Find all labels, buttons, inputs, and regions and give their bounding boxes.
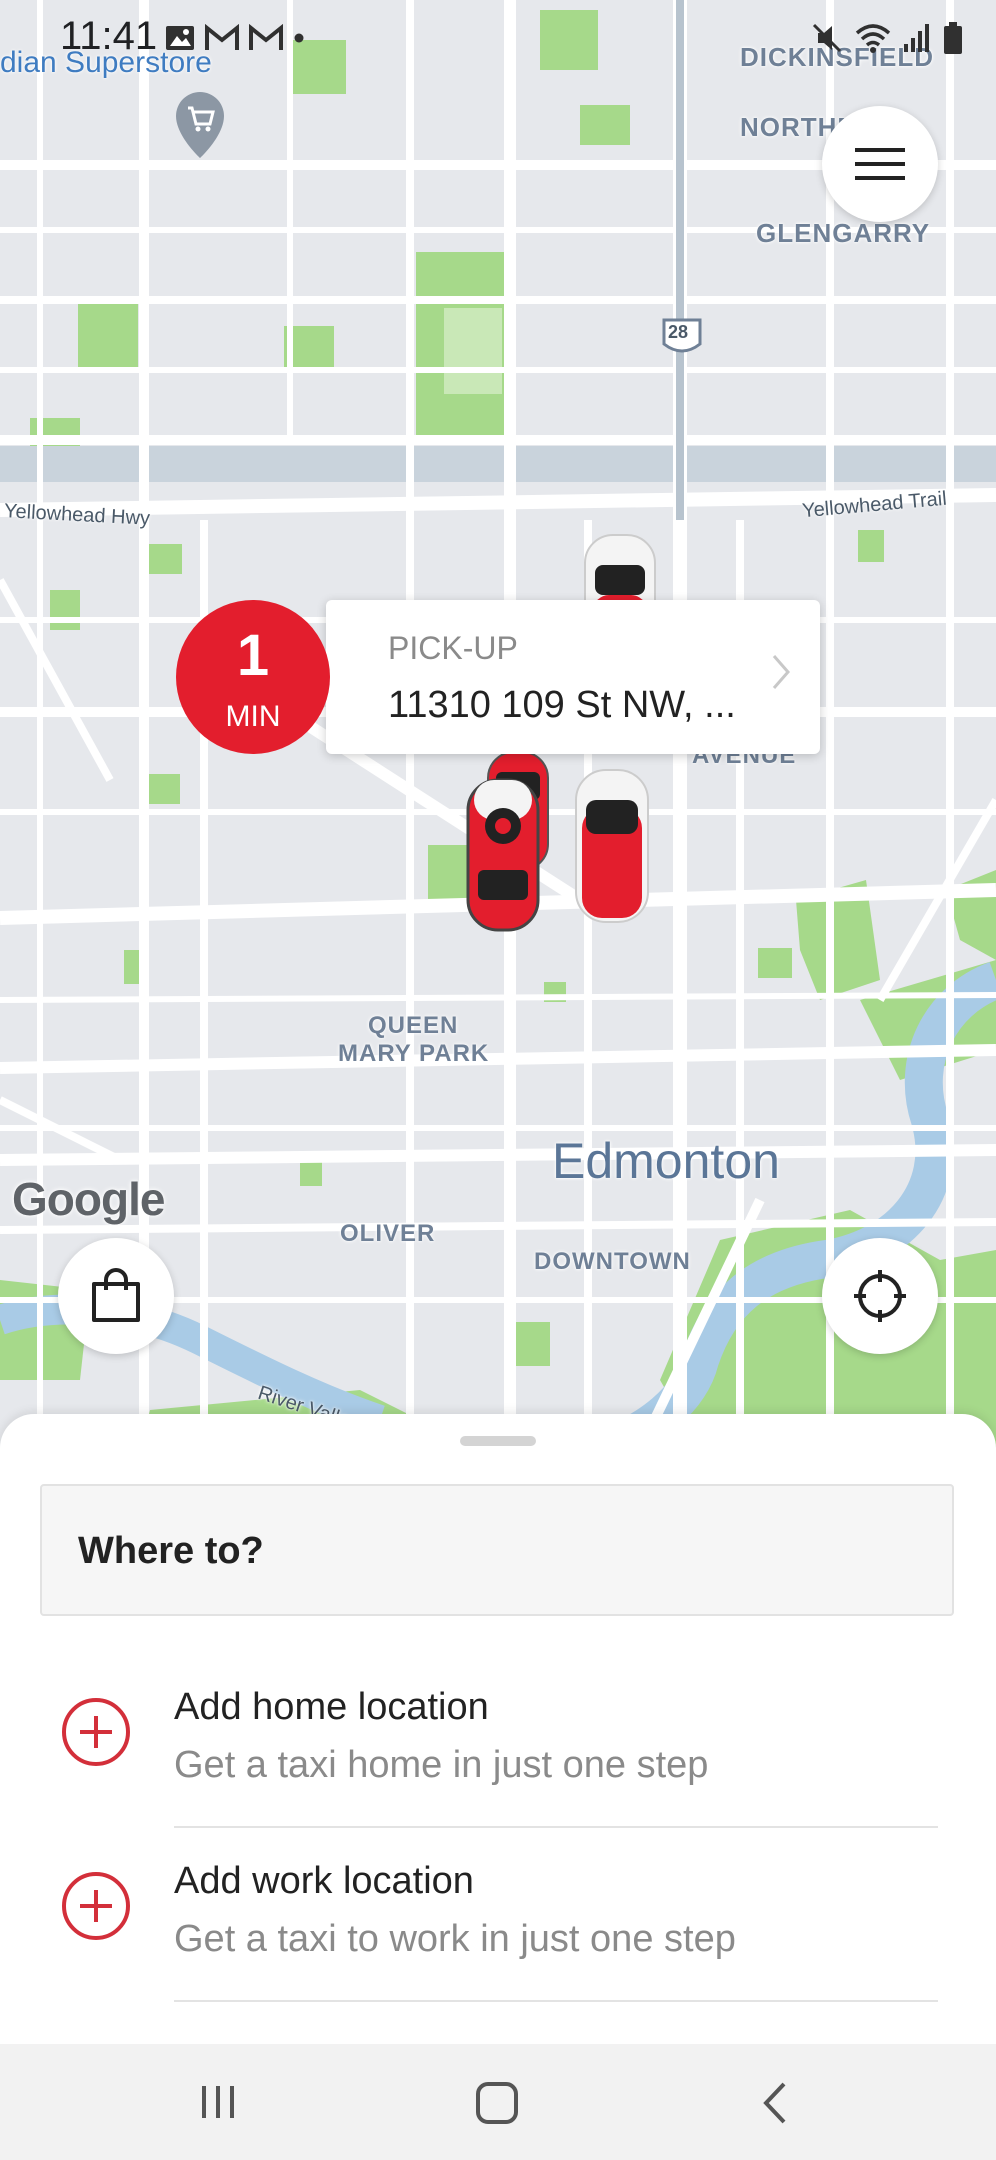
notification-icons (164, 18, 306, 58)
shopping-bag-icon (92, 1268, 140, 1322)
bottom-sheet: Where to? Add home location Get a taxi h… (0, 1414, 996, 2044)
mute-icon (812, 23, 842, 53)
destination-search-input[interactable]: Where to? (40, 1484, 954, 1616)
shop-button[interactable] (58, 1238, 174, 1354)
add-home-location-item[interactable]: Add home location Get a taxi home in jus… (0, 1654, 996, 1828)
sheet-drag-handle[interactable] (460, 1436, 536, 1446)
home-location-title: Add home location (174, 1686, 489, 1728)
pickup-info-box[interactable] (326, 600, 820, 754)
system-navigation-bar (0, 2044, 996, 2160)
eta-unit: MIN (225, 700, 281, 733)
gmail-icon (249, 24, 283, 50)
recent-apps-icon[interactable] (196, 2082, 240, 2122)
menu-button[interactable] (822, 106, 938, 222)
image-icon (166, 26, 194, 50)
pickup-card[interactable]: 1 MIN PICK-UP 11310 109 St NW, ... (176, 600, 820, 754)
crosshair-icon (854, 1270, 906, 1322)
map-label-highway-28: 28 (668, 322, 689, 342)
pickup-label: PICK-UP (388, 630, 518, 666)
work-location-title: Add work location (174, 1860, 474, 1902)
eta-value: 1 (236, 623, 270, 688)
chevron-right-icon (772, 655, 790, 689)
system-icons (810, 18, 964, 58)
add-circle-icon (62, 1872, 130, 1940)
home-location-subtitle: Get a taxi home in just one step (174, 1744, 709, 1786)
search-placeholder: Where to? (78, 1530, 264, 1572)
signal-icon (904, 24, 929, 52)
map-label-queen-mary-park-1: QUEEN (368, 1012, 459, 1039)
wifi-icon (855, 24, 891, 53)
home-icon[interactable] (474, 2080, 520, 2126)
map-label-downtown: DOWNTOWN (534, 1248, 691, 1275)
add-work-location-item[interactable]: Add work location Get a taxi to work in … (0, 1828, 996, 2002)
status-bar: 11:41 (0, 0, 996, 76)
dot-icon (294, 33, 304, 43)
work-location-subtitle: Get a taxi to work in just one step (174, 1918, 736, 1960)
gmail-icon (205, 24, 239, 50)
add-circle-icon (62, 1698, 130, 1766)
back-icon[interactable] (758, 2080, 794, 2126)
pickup-address: 11310 109 St NW, ... (388, 684, 736, 726)
divider (174, 2000, 938, 2002)
rail-corridor (0, 446, 996, 482)
battery-icon (944, 22, 962, 54)
map-label-oliver: OLIVER (340, 1220, 436, 1247)
map-label-edmonton: Edmonton (552, 1133, 780, 1189)
map-label-glengarry: GLENGARRY (756, 218, 931, 248)
hamburger-menu-icon (855, 148, 905, 180)
google-logo: Google (12, 1173, 165, 1225)
map-label-queen-mary-park-2: MARY PARK (338, 1040, 490, 1067)
eta-badge: 1 MIN (176, 600, 330, 754)
status-time: 11:41 (60, 14, 158, 58)
my-location-button[interactable] (822, 1238, 938, 1354)
